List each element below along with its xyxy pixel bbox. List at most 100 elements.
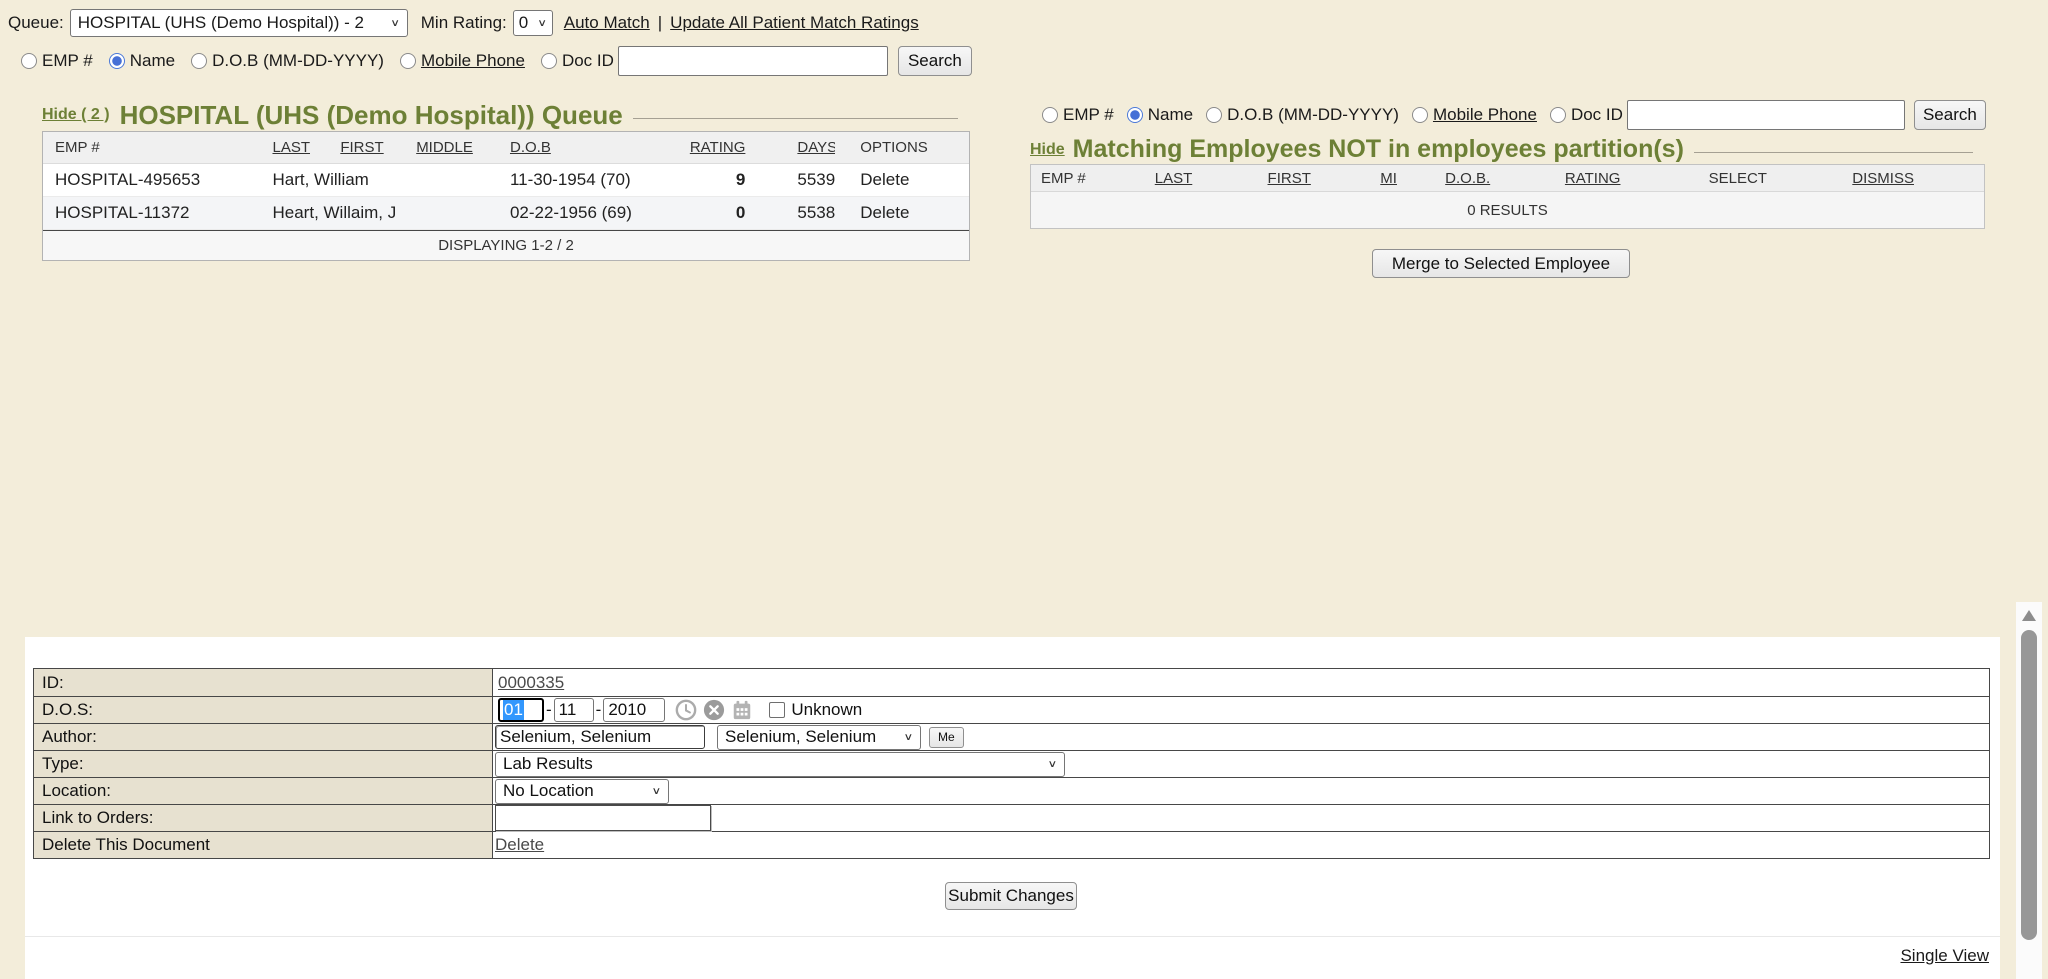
cell-dob: 11-30-1954 (70) [498,170,648,190]
radio-label-emp-left[interactable]: EMP # [42,51,93,71]
form-row-id: ID: 0000335 [34,669,1989,696]
cell-name: Heart, Willaim, J [261,203,498,223]
search-input-left[interactable] [618,46,888,76]
single-view-link[interactable]: Single View [1900,946,1989,966]
col-header-first[interactable]: FIRST [1262,170,1375,187]
delete-row-link[interactable]: Delete [835,203,969,223]
col-header-dob[interactable]: D.O.B. [1439,170,1559,187]
radio-dob-left[interactable] [191,53,207,69]
radio-label-name-right[interactable]: Name [1148,105,1193,125]
dos-year-input[interactable]: 2010 [603,698,665,722]
search-input-right[interactable] [1627,100,1905,130]
form-row-type: Type: Lab Results ∨ [34,750,1989,777]
col-header-rating[interactable]: RATING [648,139,758,156]
author-input[interactable]: Selenium, Selenium [495,725,705,749]
col-header-rating[interactable]: RATING [1559,170,1703,187]
radio-docid-left[interactable] [541,53,557,69]
clock-icon[interactable] [675,699,697,721]
radio-mobile-right[interactable] [1412,107,1428,123]
form-row-link-orders: Link to Orders: [34,804,1989,831]
footer-divider [25,936,2000,937]
min-rating-select[interactable]: 0 ∨ [513,10,553,36]
update-ratings-link[interactable]: Update All Patient Match Ratings [670,13,919,33]
type-select[interactable]: Lab Results ∨ [495,752,1065,777]
queue-toolbar: Queue: HOSPITAL (UHS (Demo Hospital)) - … [8,8,919,38]
radio-emp-right[interactable] [1042,107,1058,123]
col-header-options: OPTIONS [835,139,969,156]
radio-label-mobile-right[interactable]: Mobile Phone [1433,105,1537,125]
vertical-scrollbar[interactable] [2016,602,2042,979]
min-rating-value: 0 [519,13,528,33]
document-id-link[interactable]: 0000335 [498,673,564,693]
dos-month-input[interactable]: 01 [498,698,544,722]
radio-label-docid-left[interactable]: Doc ID [562,51,614,71]
empty-results-row: 0 RESULTS [1031,192,1984,228]
radio-label-mobile-left[interactable]: Mobile Phone [421,51,525,71]
type-select-value: Lab Results [503,754,593,774]
id-label: ID: [34,669,493,696]
location-label: Location: [34,778,493,804]
clear-icon[interactable] [703,699,725,721]
hide-matches-link[interactable]: Hide [1030,141,1065,159]
radio-label-dob-left[interactable]: D.O.B (MM-DD-YYYY) [212,51,384,71]
col-header-select: SELECT [1703,170,1847,187]
radio-name-right[interactable] [1127,107,1143,123]
delete-document-label: Delete This Document [34,832,493,858]
scrollbar-thumb[interactable] [2021,630,2037,940]
form-row-dos: D.O.S: 01 - 11 - 2010 Unknown [34,696,1989,723]
unknown-label[interactable]: Unknown [791,700,862,720]
scroll-up-arrow-icon[interactable] [2022,610,2036,621]
col-header-dismiss[interactable]: DISMISS [1846,170,1984,187]
cell-emp: HOSPITAL-11372 [43,203,261,223]
radio-mobile-left[interactable] [400,53,416,69]
radio-name-left[interactable] [109,53,125,69]
location-select[interactable]: No Location ∨ [495,779,669,804]
delete-row-link[interactable]: Delete [835,170,969,190]
col-header-first[interactable]: FIRST [328,139,404,156]
search-criteria-row-left: EMP # Name D.O.B (MM-DD-YYYY) Mobile Pho… [14,45,972,77]
link-orders-input[interactable] [495,805,711,831]
col-header-middle[interactable]: MIDDLE [404,139,498,156]
chevron-down-icon: ∨ [537,17,547,29]
radio-label-dob-right[interactable]: D.O.B (MM-DD-YYYY) [1227,105,1399,125]
submit-changes-button[interactable]: Submit Changes [945,882,1077,910]
fieldset-line [1694,152,1973,153]
min-rating-label: Min Rating: [421,13,507,33]
cell-dob: 02-22-1956 (69) [498,203,648,223]
col-header-mi[interactable]: MI [1374,170,1439,187]
dos-label: D.O.S: [34,697,493,723]
queue-legend: Hide ( 2 ) HOSPITAL (UHS (Demo Hospital)… [42,100,970,130]
queue-table: EMP # LAST FIRST MIDDLE D.O.B RATING DAY… [42,131,970,261]
radio-label-docid-right[interactable]: Doc ID [1571,105,1623,125]
col-header-days[interactable]: DAYS [757,139,835,156]
form-row-location: Location: No Location ∨ [34,777,1989,804]
auto-match-link[interactable]: Auto Match [564,13,650,33]
link-separator: | [658,13,662,33]
search-button-right[interactable]: Search [1914,100,1986,130]
author-select-value: Selenium, Selenium [725,727,876,747]
hide-queue-link[interactable]: Hide ( 2 ) [42,106,110,124]
match-legend: Hide Matching Employees NOT in employees… [1030,136,1985,163]
col-header-last[interactable]: LAST [260,139,328,156]
cell-days: 5538 [757,203,835,223]
cell-rating: 9 [648,170,758,190]
col-header-last[interactable]: LAST [1149,170,1262,187]
delete-document-link[interactable]: Delete [495,835,544,855]
radio-label-emp-right[interactable]: EMP # [1063,105,1114,125]
me-button[interactable]: Me [929,727,964,748]
radio-emp-left[interactable] [21,53,37,69]
dos-day-input[interactable]: 11 [554,698,594,722]
radio-dob-right[interactable] [1206,107,1222,123]
radio-docid-right[interactable] [1550,107,1566,123]
search-button-left[interactable]: Search [898,46,972,76]
queue-select[interactable]: HOSPITAL (UHS (Demo Hospital)) - 2 ∨ [70,9,408,37]
calendar-icon[interactable] [731,699,753,721]
unknown-checkbox[interactable] [769,702,785,718]
author-select[interactable]: Selenium, Selenium ∨ [717,725,921,750]
radio-label-name-left[interactable]: Name [130,51,175,71]
merge-button[interactable]: Merge to Selected Employee [1372,249,1630,278]
author-label: Author: [34,724,493,750]
match-title: Matching Employees NOT in employees part… [1073,135,1684,164]
form-row-author: Author: Selenium, Selenium Selenium, Sel… [34,723,1989,750]
col-header-dob[interactable]: D.O.B [498,139,648,156]
